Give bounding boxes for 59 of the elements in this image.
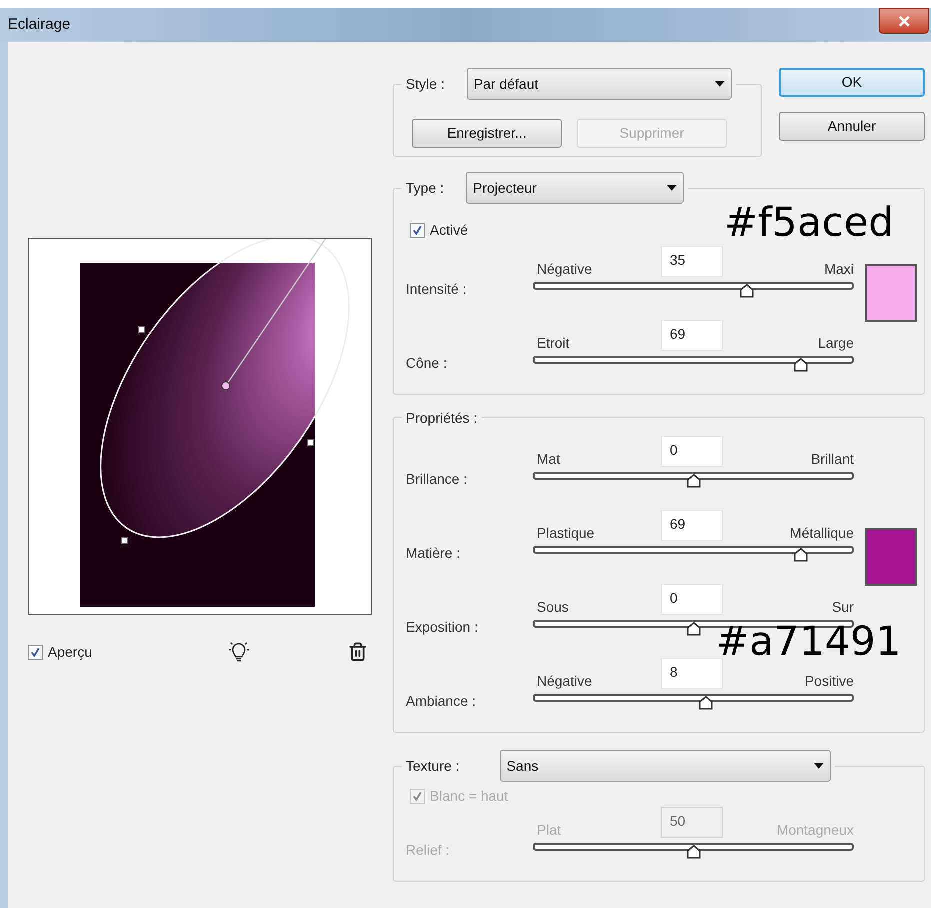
max-label: Métallique <box>789 526 854 541</box>
slider-label: Matière : <box>406 544 460 563</box>
close-icon <box>898 16 910 26</box>
slider-label: Intensité : <box>406 280 467 299</box>
min-label: Sous <box>536 600 570 615</box>
dialog-button[interactable]: Annuler <box>779 112 925 141</box>
group-label: Propriétés : <box>406 409 478 428</box>
max-label: Positive <box>804 674 854 689</box>
value-field[interactable]: 0 <box>661 436 723 467</box>
window-title: Eclairage <box>7 14 71 35</box>
slider-thumb[interactable] <box>686 622 700 636</box>
slider-thumb[interactable] <box>740 284 754 298</box>
color-swatch[interactable] <box>865 264 917 322</box>
min-label: Négative <box>536 674 594 689</box>
checkbox-label: Blanc = haut <box>430 787 508 806</box>
slider-thumb[interactable] <box>699 696 714 710</box>
value-field[interactable]: 8 <box>661 658 723 689</box>
close-button[interactable] <box>879 8 929 34</box>
slider-thumb[interactable] <box>794 548 808 562</box>
max-label: Sur <box>831 600 854 615</box>
dropdown[interactable]: Projecteur <box>466 172 684 204</box>
min-label: Négative <box>536 262 594 277</box>
max-label: Maxi <box>823 262 854 277</box>
min-label: Plastique <box>536 526 596 541</box>
slider-thumb[interactable] <box>686 474 700 488</box>
light-bulb-icon[interactable] <box>228 641 250 663</box>
min-label: Mat <box>536 452 562 467</box>
slider-label: Exposition : <box>406 618 478 637</box>
checkbox-label: Aperçu <box>48 642 92 662</box>
group-label: Type : <box>406 178 444 198</box>
dialog-button[interactable]: OK <box>779 68 925 97</box>
checkbox-label: Activé <box>430 221 468 240</box>
caret-icon <box>667 185 678 191</box>
color-annotation: #f5aced <box>724 203 894 243</box>
value-field[interactable]: 69 <box>661 320 723 351</box>
checkbox[interactable] <box>28 644 43 660</box>
slider-label: Cône : <box>406 354 448 373</box>
action-button[interactable]: Enregistrer... <box>412 119 562 148</box>
group-label: Texture : <box>406 756 460 776</box>
caret-icon <box>714 81 725 87</box>
value-field[interactable]: 35 <box>661 246 723 277</box>
color-swatch[interactable] <box>865 528 917 586</box>
min-label: Plat <box>536 823 562 838</box>
checkbox[interactable] <box>410 223 425 238</box>
slider-thumb[interactable] <box>794 358 808 372</box>
dropdown[interactable]: Par défaut <box>466 68 732 100</box>
value-field[interactable]: 69 <box>661 510 723 541</box>
caret-icon <box>814 763 824 769</box>
max-label: Brillant <box>810 452 854 467</box>
max-label: Montagneux <box>776 823 854 838</box>
slider-label: Brillance : <box>406 470 468 489</box>
dropdown[interactable]: Sans <box>500 750 831 782</box>
trash-icon[interactable] <box>348 642 368 662</box>
slider-label: Ambiance : <box>406 692 476 711</box>
slider-label: Relief : <box>406 841 450 860</box>
value-field[interactable]: 0 <box>661 584 723 615</box>
min-label: Etroit <box>536 336 571 351</box>
max-label: Large <box>817 336 854 351</box>
group-label: Style : <box>406 74 445 94</box>
